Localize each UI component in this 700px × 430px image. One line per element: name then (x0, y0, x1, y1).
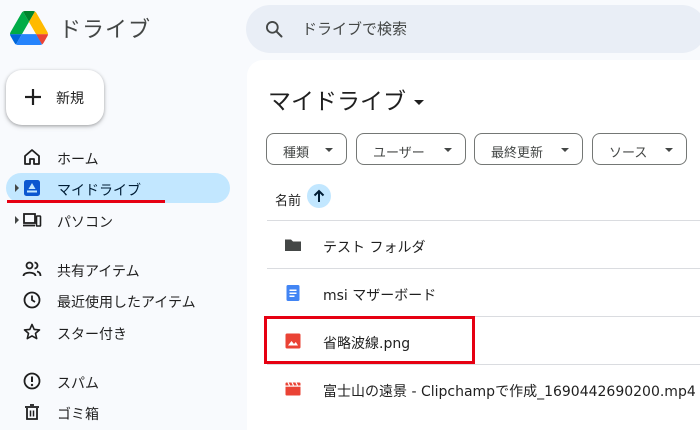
filter-chip-label: 最終更新 (491, 146, 544, 161)
column-header-name[interactable]: 名前 (275, 190, 301, 209)
filter-chip-label: 種類 (283, 146, 310, 161)
search-input[interactable] (302, 17, 682, 41)
filter-chip-people[interactable]: ユーザー (356, 133, 466, 165)
plus-icon (25, 89, 41, 105)
file-name: msi マザーボード (323, 288, 437, 304)
trash-icon (25, 404, 39, 420)
sidebar-item-computers[interactable]: パソコン (6, 205, 230, 235)
expand-caret-icon[interactable] (15, 216, 19, 224)
sidebar-item-trash[interactable]: ゴミ箱 (6, 397, 230, 427)
dropdown-arrow-icon (414, 100, 424, 105)
arrow-up-icon (313, 189, 325, 202)
search-bar[interactable] (246, 5, 700, 53)
star-icon (23, 323, 41, 340)
filter-chip-label: ユーザー (373, 146, 425, 161)
sidebar-item-label: ゴミ箱 (57, 407, 99, 423)
search-icon[interactable] (264, 19, 284, 39)
sidebar-item-home[interactable]: ホーム (6, 142, 230, 172)
chevron-down-icon (325, 148, 333, 152)
sidebar-item-starred[interactable]: スター付き (6, 317, 230, 347)
filter-chip-type[interactable]: 種類 (266, 133, 347, 165)
filter-chip-modified[interactable]: 最終更新 (474, 133, 583, 165)
computers-icon (23, 213, 42, 227)
sidebar-item-label: 最近使用したアイテム (57, 295, 196, 311)
page-title-dropdown[interactable]: マイドライブ (268, 82, 424, 116)
sidebar-item-label: ホーム (57, 152, 99, 168)
clock-icon (23, 291, 41, 309)
folder-icon (285, 239, 301, 251)
expand-caret-icon[interactable] (15, 184, 19, 192)
sidebar-item-label: 共有アイテム (57, 264, 140, 280)
sidebar-item-label: スパム (57, 376, 99, 392)
sidebar-item-label: スター付き (57, 327, 127, 343)
annotation-underline (7, 200, 165, 203)
file-name: 富士山の遠景 - Clipchampで作成_1690442690200.mp4 (323, 384, 696, 400)
chevron-down-icon (665, 148, 673, 152)
shared-icon (22, 261, 42, 277)
spam-icon (23, 372, 41, 390)
google-docs-icon (286, 285, 300, 301)
sidebar-item-recent[interactable]: 最近使用したアイテム (6, 285, 230, 315)
sidebar-item-shared[interactable]: 共有アイテム (6, 254, 230, 284)
video-file-icon (285, 382, 301, 396)
sidebar-item-label: パソコン (57, 215, 113, 231)
filter-chip-label: ソース (609, 146, 648, 161)
filter-chip-source[interactable]: ソース (592, 133, 687, 165)
sidebar-item-my-drive[interactable]: マイドライブ (6, 173, 230, 203)
chevron-down-icon (444, 148, 452, 152)
google-drive-logo[interactable] (10, 10, 48, 46)
page-title: マイドライブ (268, 89, 406, 115)
home-icon (24, 149, 40, 165)
file-row[interactable]: テスト フォルダ (267, 220, 700, 268)
file-row[interactable]: 富士山の遠景 - Clipchampで作成_1690442690200.mp4 (267, 364, 700, 412)
new-button[interactable]: 新規 (6, 70, 104, 125)
file-row[interactable]: msi マザーボード (267, 268, 700, 316)
annotation-highlight-box (264, 316, 475, 364)
main-panel: マイドライブ 種類 ユーザー 最終更新 ソース 名前 テスト フォルダ msi … (247, 60, 700, 430)
chevron-down-icon (561, 148, 569, 152)
app-title: ドライブ (59, 18, 152, 43)
sidebar-item-spam[interactable]: スパム (6, 366, 230, 396)
top-bar: ドライブ (0, 0, 700, 58)
new-button-label: 新規 (56, 91, 84, 107)
my-drive-icon (24, 180, 40, 196)
file-name: テスト フォルダ (323, 240, 426, 256)
sort-direction-button[interactable] (307, 184, 331, 208)
sidebar-item-label: マイドライブ (57, 183, 141, 199)
